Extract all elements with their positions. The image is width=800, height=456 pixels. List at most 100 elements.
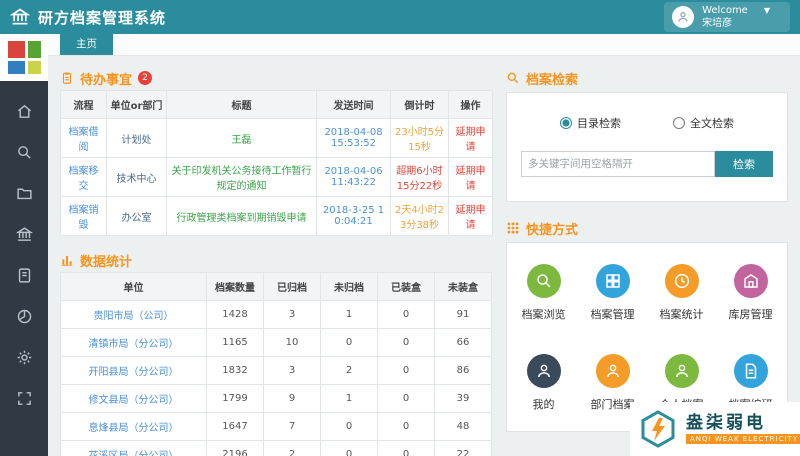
todo-process-link[interactable]: 档案销毁 bbox=[61, 197, 107, 236]
stats-column-header: 未装盒 bbox=[435, 273, 492, 301]
stats-row: 息烽县局（分公司）164770048 bbox=[61, 413, 492, 441]
shortcut-label: 档案浏览 bbox=[522, 306, 566, 322]
shortcut-warehouse-manage[interactable]: 库房管理 bbox=[716, 247, 785, 337]
sidebar-item-bank[interactable] bbox=[0, 214, 48, 255]
home-icon bbox=[16, 103, 33, 120]
shortcut-archive-browse[interactable]: 档案浏览 bbox=[509, 247, 578, 337]
stats-value: 1647 bbox=[207, 413, 264, 441]
shortcut-archive-manage[interactable]: 档案管理 bbox=[578, 247, 647, 337]
stats-value: 0 bbox=[378, 441, 435, 456]
search-input[interactable] bbox=[521, 151, 715, 177]
header: 研方档案管理系统 Welcome ▼ 宋培彦 bbox=[0, 0, 800, 34]
tab-home[interactable]: 主页 bbox=[60, 32, 113, 55]
shortcuts-panel-header: 快捷方式 bbox=[506, 216, 788, 240]
bar-chart-icon bbox=[60, 253, 74, 267]
stats-column-header: 未归档 bbox=[321, 273, 378, 301]
app-window: 研方档案管理系统 Welcome ▼ 宋培彦 主页 bbox=[0, 0, 800, 456]
building-icon bbox=[734, 264, 768, 298]
radio-fulltext-input[interactable] bbox=[673, 117, 685, 129]
todo-send-time: 2018-04-08 15:53:52 bbox=[317, 119, 391, 158]
search-panel-header: 档案检索 bbox=[506, 66, 788, 90]
stats-column-header: 已装盒 bbox=[378, 273, 435, 301]
stats-row: 贵阳市局（公司）142831091 bbox=[61, 301, 492, 329]
stats-value: 91 bbox=[435, 301, 492, 329]
todo-dept: 办公室 bbox=[107, 197, 167, 236]
radio-catalog-search[interactable]: 目录检索 bbox=[560, 115, 621, 131]
todo-panel-header: 待办事宜 2 bbox=[60, 66, 492, 90]
stats-unit-link[interactable]: 清镇市局（分公司） bbox=[61, 329, 207, 357]
logo-square-red bbox=[8, 41, 25, 58]
logo-square-yellow bbox=[28, 61, 41, 74]
hexagon-logo-icon bbox=[638, 409, 678, 449]
stats-unit-link[interactable]: 花溪区局（分公司） bbox=[61, 441, 207, 456]
stats-unit-link[interactable]: 开阳县局（分公司） bbox=[61, 357, 207, 385]
pie-icon bbox=[16, 308, 33, 325]
shortcut-archive-stats[interactable]: 档案统计 bbox=[647, 247, 716, 337]
search-title: 档案检索 bbox=[526, 69, 578, 88]
left-column: 待办事宜 2 流程单位or部门标题发送时间倒计时操作 档案借阅计划处王磊2018… bbox=[60, 66, 492, 446]
search-icon bbox=[16, 144, 33, 161]
sidebar-item-expand[interactable] bbox=[0, 378, 48, 419]
stats-value: 1 bbox=[321, 301, 378, 329]
person-icon bbox=[596, 354, 630, 388]
stats-column-header: 已归档 bbox=[264, 273, 321, 301]
stats-column-header: 单位 bbox=[61, 273, 207, 301]
sidebar-item-pie[interactable] bbox=[0, 296, 48, 337]
todo-delay-request-link[interactable]: 延期申请 bbox=[449, 119, 493, 158]
stats-row: 开阳县局（分公司）183232086 bbox=[61, 357, 492, 385]
stats-title: 数据统计 bbox=[80, 251, 132, 270]
shortcut-label: 库房管理 bbox=[729, 306, 773, 322]
app-title: 研方档案管理系统 bbox=[38, 7, 166, 28]
user-menu[interactable]: Welcome ▼ 宋培彦 bbox=[664, 2, 790, 32]
stats-table: 单位档案数量已归档未归档已装盒未装盒 贵阳市局（公司）142831091清镇市局… bbox=[60, 272, 492, 456]
todo-badge: 2 bbox=[138, 71, 152, 85]
avatar bbox=[672, 6, 694, 28]
sidebar-item-folder[interactable] bbox=[0, 173, 48, 214]
sidebar-item-search[interactable] bbox=[0, 132, 48, 173]
sidebar-item-book[interactable] bbox=[0, 255, 48, 296]
grid-dots-icon bbox=[506, 221, 520, 235]
clock-icon bbox=[665, 264, 699, 298]
stats-row: 清镇市局（分公司）1165100066 bbox=[61, 329, 492, 357]
search-button[interactable]: 检索 bbox=[715, 151, 773, 177]
watermark-text: 盎柒弱电 ANQI WEAK ELECTRICITY bbox=[686, 414, 800, 444]
radio-fulltext-search[interactable]: 全文检索 bbox=[673, 115, 734, 131]
todo-title-link[interactable]: 关于印发机关公务接待工作暂行规定的通知 bbox=[167, 158, 317, 197]
logo-square-blue bbox=[8, 61, 25, 74]
todo-send-time: 2018-3-25 10:04:21 bbox=[317, 197, 391, 236]
radio-fulltext-label: 全文检索 bbox=[690, 115, 734, 131]
shortcut-my[interactable]: 我的 bbox=[509, 337, 578, 427]
stats-value: 0 bbox=[321, 329, 378, 357]
sidebar-item-gear[interactable] bbox=[0, 337, 48, 378]
stats-table-head: 单位档案数量已归档未归档已装盒未装盒 bbox=[61, 273, 492, 301]
stats-value: 0 bbox=[321, 413, 378, 441]
todo-column-header: 标题 bbox=[167, 91, 317, 119]
todo-title-link[interactable]: 王磊 bbox=[167, 119, 317, 158]
todo-delay-request-link[interactable]: 延期申请 bbox=[449, 197, 493, 236]
todo-title: 待办事宜 bbox=[80, 69, 132, 88]
watermark: 盎柒弱电 ANQI WEAK ELECTRICITY bbox=[630, 402, 800, 456]
stats-row: 修文县局（分公司）179991039 bbox=[61, 385, 492, 413]
stats-unit-link[interactable]: 贵阳市局（公司） bbox=[61, 301, 207, 329]
todo-title-link[interactable]: 行政管理类档案到期销毁申请 bbox=[167, 197, 317, 236]
todo-delay-request-link[interactable]: 延期申请 bbox=[449, 158, 493, 197]
shortcut-label: 我的 bbox=[533, 396, 555, 412]
grid-icon bbox=[596, 264, 630, 298]
stats-value: 1 bbox=[321, 385, 378, 413]
stats-value: 0 bbox=[321, 441, 378, 456]
stats-value: 86 bbox=[435, 357, 492, 385]
stats-value: 3 bbox=[264, 357, 321, 385]
stats-unit-link[interactable]: 息烽县局（分公司） bbox=[61, 413, 207, 441]
todo-column-header: 发送时间 bbox=[317, 91, 391, 119]
radio-catalog-input[interactable] bbox=[560, 117, 572, 129]
stats-unit-link[interactable]: 修文县局（分公司） bbox=[61, 385, 207, 413]
person-icon bbox=[665, 354, 699, 388]
todo-table-body: 档案借阅计划处王磊2018-04-08 15:53:5223小时5分15秒延期申… bbox=[61, 119, 493, 236]
stats-row: 花溪区局（分公司）219620022 bbox=[61, 441, 492, 456]
stats-table-body: 贵阳市局（公司）142831091清镇市局（分公司）1165100066开阳县局… bbox=[61, 301, 492, 456]
sidebar-item-home[interactable] bbox=[0, 91, 48, 132]
todo-column-header: 流程 bbox=[61, 91, 107, 119]
todo-process-link[interactable]: 档案移交 bbox=[61, 158, 107, 197]
stats-panel-header: 数据统计 bbox=[60, 248, 492, 272]
todo-process-link[interactable]: 档案借阅 bbox=[61, 119, 107, 158]
